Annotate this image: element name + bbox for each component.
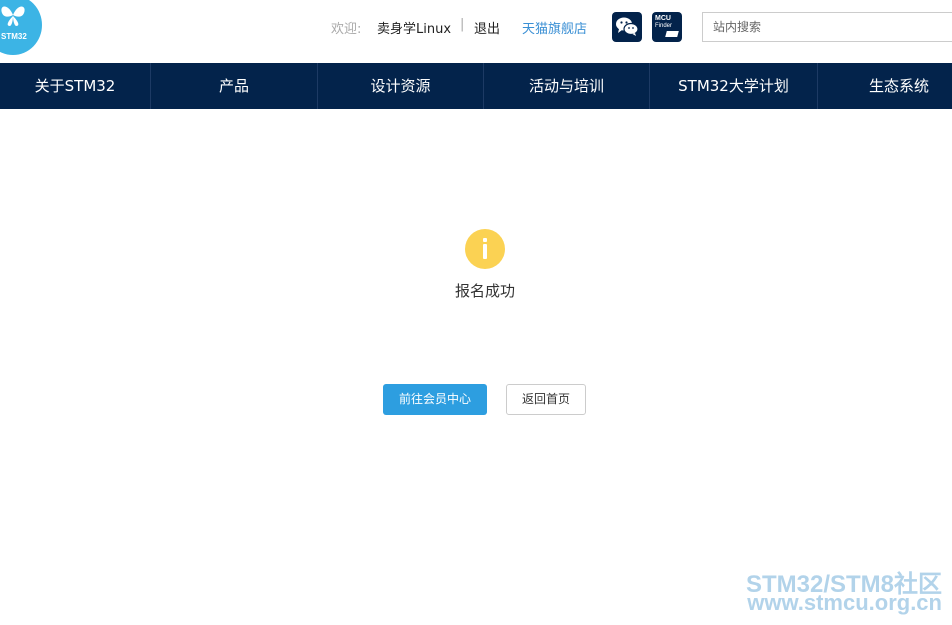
- welcome-label: 欢迎:: [331, 22, 362, 37]
- nav-item-ecosystem-label: 生态系统: [869, 77, 930, 95]
- butterfly-icon: [1, 6, 25, 26]
- info-icon: [465, 229, 505, 269]
- username[interactable]: 卖身学Linux: [377, 18, 451, 37]
- stm32-logo-icon[interactable]: STM32: [0, 0, 42, 55]
- logo-text: STM32: [1, 32, 27, 41]
- info-icon-bar: [483, 244, 487, 259]
- mcu-finder-line1: MCU: [655, 15, 671, 22]
- mcu-finder-button[interactable]: MCU Finder: [652, 12, 682, 42]
- mcu-finder-line2: Finder: [655, 23, 673, 29]
- back-home-button[interactable]: 返回首页: [506, 384, 586, 415]
- nav-item-ecosystem[interactable]: 生态系统: [818, 63, 952, 109]
- watermark-url: www.stmcu.org.cn: [747, 590, 942, 615]
- success-message: 报名成功: [454, 282, 515, 300]
- nav-item-university-program[interactable]: STM32大学计划: [650, 63, 818, 109]
- nav-item-products[interactable]: 产品: [151, 63, 318, 109]
- nav-item-design-resources[interactable]: 设计资源: [318, 63, 484, 109]
- st-logo-icon: [665, 31, 679, 37]
- header-separator: |: [460, 17, 465, 32]
- nav-item-about-stm32[interactable]: 关于STM32: [0, 63, 151, 109]
- wechat-icon: [616, 17, 639, 36]
- tmall-store-link[interactable]: 天猫旗舰店: [522, 18, 587, 37]
- info-icon-dot: [483, 238, 487, 242]
- logout-link[interactable]: 退出: [474, 18, 500, 37]
- top-bar: STM32 欢迎: 卖身学Linux | 退出 天猫旗舰店 MCU Finder: [0, 0, 952, 63]
- wechat-button[interactable]: [612, 12, 642, 42]
- nav-item-events-training[interactable]: 活动与培训: [484, 63, 650, 109]
- go-member-center-button[interactable]: 前往会员中心: [383, 384, 487, 415]
- search-input[interactable]: [702, 12, 952, 42]
- main-nav: 关于STM32 产品 设计资源 活动与培训 STM32大学计划 生态系统: [0, 63, 952, 109]
